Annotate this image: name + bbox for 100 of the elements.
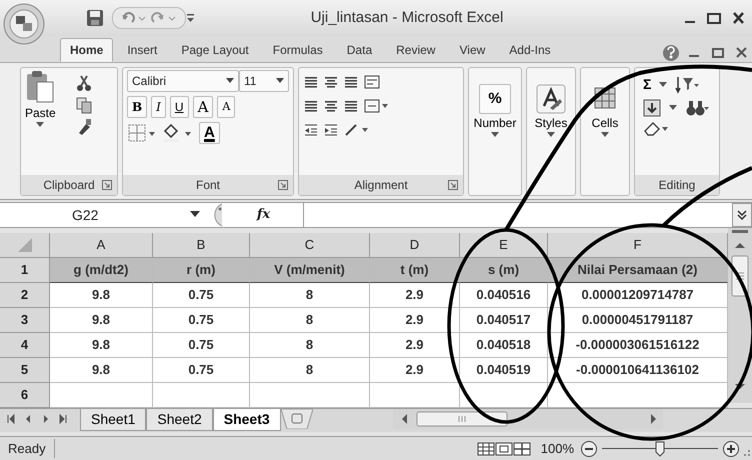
styles-button[interactable]: Styles — [534, 84, 568, 138]
center-icon[interactable] — [323, 98, 339, 114]
italic-button[interactable]: I — [151, 96, 166, 118]
table-cell: Nilai Persamaan (2) — [548, 258, 728, 283]
dialog-launcher-icon[interactable] — [102, 180, 112, 190]
number-button[interactable]: % Number — [474, 84, 516, 138]
bold-button[interactable]: B — [127, 96, 148, 118]
table-cell: 9.8 — [50, 333, 153, 358]
sheet-tab[interactable]: Sheet3 — [212, 409, 281, 431]
page-layout-view-icon[interactable] — [494, 440, 513, 456]
zoom-slider-thumb[interactable] — [655, 440, 665, 456]
binoculars-icon[interactable] — [685, 99, 709, 117]
caret-icon — [601, 132, 609, 138]
name-box[interactable]: G22 — [0, 203, 190, 227]
undo-icon[interactable] — [121, 11, 147, 25]
table-cell: 2.9 — [370, 333, 460, 358]
group-label: Editing — [658, 177, 696, 194]
sort-filter-icon[interactable] — [675, 74, 700, 94]
caret-icon[interactable] — [669, 105, 677, 111]
ribbon-tab[interactable]: Add-Ins — [499, 38, 561, 62]
save-icon[interactable] — [86, 9, 104, 27]
underline-button[interactable]: U — [170, 96, 189, 118]
sheet-tab[interactable]: Sheet2 — [146, 409, 213, 431]
column-header[interactable]: C — [250, 233, 370, 258]
column-header[interactable]: A — [50, 233, 153, 258]
column-header[interactable]: B — [153, 233, 250, 258]
table-cell: 2.9 — [370, 358, 460, 383]
ribbon-tab[interactable]: View — [449, 38, 496, 62]
table-cell: g (m/dt2) — [50, 258, 153, 283]
row-header[interactable]: 5 — [0, 358, 50, 383]
dialog-launcher-icon[interactable] — [448, 180, 458, 190]
table-cell: 9.8 — [50, 358, 153, 383]
table-cell: 8 — [250, 333, 370, 358]
column-header[interactable]: D — [370, 233, 460, 258]
table-cell: 0.040517 — [460, 308, 548, 333]
align-top-icon[interactable] — [303, 74, 319, 90]
caret-icon[interactable] — [190, 211, 200, 219]
column-header[interactable]: F — [548, 233, 728, 258]
font-name-dropdown[interactable]: Calibri — [127, 70, 239, 92]
table-cell: 9.8 — [50, 308, 153, 333]
ribbon-tab[interactable]: Review — [386, 38, 446, 62]
window-title: Uji_lintasan - Microsoft Excel — [310, 8, 504, 28]
table-cell: 2.9 — [370, 308, 460, 333]
table-cell: 0.75 — [153, 358, 250, 383]
cells-button[interactable]: Cells — [590, 84, 620, 138]
zoom-out-icon[interactable] — [580, 440, 598, 458]
table-cell: 0.75 — [153, 283, 250, 308]
align-middle-icon[interactable] — [323, 74, 339, 90]
ribbon-tab[interactable]: Formulas — [262, 38, 333, 62]
normal-view-icon[interactable] — [476, 440, 495, 456]
styles-icon — [536, 84, 566, 114]
expand-formula-bar-icon[interactable] — [732, 203, 752, 227]
vertical-scrollbar[interactable] — [728, 228, 752, 403]
page-break-view-icon[interactable] — [512, 440, 531, 456]
dialog-launcher-icon[interactable] — [278, 180, 288, 190]
row-header[interactable]: 4 — [0, 333, 50, 358]
ribbon-tab[interactable]: Page Layout — [171, 38, 259, 62]
ribbon-tab[interactable]: Data — [336, 38, 382, 62]
fill-icon[interactable] — [643, 99, 661, 117]
table-cell: 0.040518 — [460, 333, 548, 358]
customize-icon[interactable] — [186, 12, 196, 24]
table-cell: r (m) — [153, 258, 250, 283]
caret-icon — [547, 132, 555, 138]
insert-sheet-icon[interactable] — [280, 409, 313, 429]
font-size-dropdown[interactable]: 11 — [239, 70, 289, 92]
insert-function-button[interactable]: fx — [224, 203, 304, 227]
caret-icon — [276, 78, 284, 84]
caret-icon — [36, 122, 44, 128]
merge-icon[interactable] — [363, 98, 389, 114]
font-color-button[interactable]: A — [199, 122, 220, 144]
group-label: Clipboard — [43, 177, 95, 194]
orientation-icon[interactable] — [343, 122, 369, 138]
decrease-indent-icon[interactable] — [303, 122, 319, 138]
grow-font-button[interactable]: A — [192, 96, 214, 118]
row-header[interactable]: 2 — [0, 283, 50, 308]
align-left-icon[interactable] — [303, 98, 319, 114]
align-bottom-icon[interactable] — [343, 74, 359, 90]
table-cell: t (m) — [370, 258, 460, 283]
zoom-in-icon[interactable] — [722, 440, 740, 458]
help-icon[interactable] — [662, 44, 680, 62]
zoom-level[interactable]: 100% — [540, 438, 574, 458]
clipboard-icon — [25, 70, 56, 104]
scissors-icon[interactable] — [76, 74, 92, 92]
increase-indent-icon[interactable] — [323, 122, 339, 138]
ribbon-tab[interactable]: Home — [60, 38, 114, 62]
row-header[interactable]: 3 — [0, 308, 50, 333]
eraser-icon[interactable] — [643, 121, 669, 137]
row-header[interactable]: 1 — [0, 258, 50, 283]
ribbon-tab[interactable]: Insert — [117, 38, 168, 62]
group-label: Alignment — [354, 177, 408, 194]
row-header[interactable]: 6 — [0, 383, 50, 408]
paste-button[interactable]: Paste — [25, 70, 56, 136]
align-right-icon[interactable] — [343, 98, 359, 114]
sheet-tab[interactable]: Sheet1 — [80, 409, 146, 431]
shrink-font-button[interactable]: A — [217, 96, 236, 118]
caret-icon[interactable] — [659, 82, 668, 88]
wrap-text-icon[interactable] — [363, 74, 381, 90]
autosum-button[interactable]: Σ — [643, 74, 652, 95]
table-cell: 9.8 — [50, 283, 153, 308]
copy-icon[interactable] — [76, 96, 92, 114]
